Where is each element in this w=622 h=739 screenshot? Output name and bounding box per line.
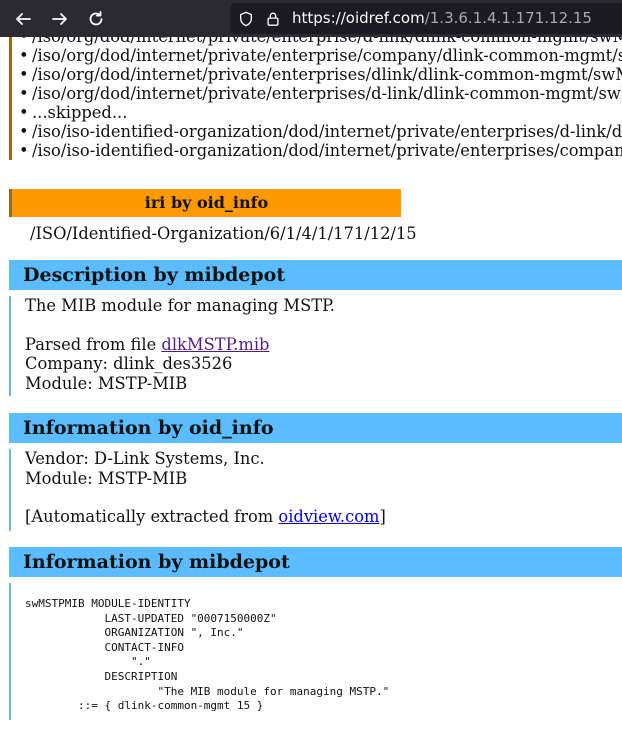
module-line: Module: MSTP-MIB [25, 373, 188, 393]
list-item: /iso/org/dod/internet/private/enterprise… [16, 46, 622, 65]
lock-icon[interactable] [264, 10, 282, 28]
extracted-suffix: ] [379, 507, 386, 526]
mibdepot-info-body: swMSTPMIB MODULE-IDENTITY LAST-UPDATED "… [9, 583, 622, 720]
iri-heading: iri by oid_info [9, 189, 401, 217]
module-line: Module: MSTP-MIB [25, 468, 188, 488]
address-bar[interactable]: https://oidref.com/1.3.6.1.4.1.171.12.15 [230, 3, 622, 34]
reload-icon [89, 11, 103, 26]
extracted-prefix: [Automatically extracted from [25, 507, 279, 526]
parsed-from-line: Parsed from file dlkMSTP.mib [25, 335, 622, 355]
parsed-label: Parsed from file [25, 334, 162, 354]
browser-toolbar: https://oidref.com/1.3.6.1.4.1.171.12.15 [0, 0, 622, 37]
vendor-line: Vendor: D-Link Systems, Inc. [25, 449, 265, 468]
description-body: The MIB module for managing MSTP. Parsed… [9, 296, 622, 396]
page-content: /iso/org/dod/internet/private/enterprise… [0, 37, 622, 739]
mib-file-link[interactable]: dlkMSTP.mib [161, 335, 269, 354]
forward-button[interactable] [47, 6, 73, 32]
list-item: ...skipped... [16, 103, 622, 122]
oid-info-heading: Information by oid_info [9, 413, 622, 443]
mib-definition-code: swMSTPMIB MODULE-IDENTITY LAST-UPDATED "… [25, 597, 390, 713]
oid-path-list: /iso/org/dod/internet/private/enterprise… [9, 37, 622, 160]
description-text: The MIB module for managing MSTP. [25, 296, 335, 315]
mibdepot-info-heading: Information by mibdepot [9, 547, 622, 577]
back-button[interactable] [10, 6, 36, 32]
extracted-line: [Automatically extracted from oidview.co… [25, 507, 622, 527]
list-item: /iso/org/dod/internet/private/enterprise… [16, 65, 622, 84]
oid-info-body: Vendor: D-Link Systems, Inc. Module: MST… [9, 449, 622, 531]
list-item: /iso/iso-identified-organization/dod/int… [16, 122, 622, 141]
url-text[interactable]: https://oidref.com/1.3.6.1.4.1.171.12.15 [292, 9, 592, 28]
url-path: /1.3.6.1.4.1.171.12.15 [424, 9, 592, 27]
list-item: /iso/org/dod/internet/private/enterprise… [16, 37, 622, 46]
iri-value: /ISO/Identified-Organization/6/1/4/1/171… [30, 224, 417, 243]
reload-button[interactable] [83, 6, 109, 32]
list-item: /iso/org/dod/internet/private/enterprise… [16, 84, 622, 103]
company-line: Company: dlink_des3526 [25, 354, 233, 373]
shield-icon[interactable] [237, 10, 255, 28]
description-heading: Description by mibdepot [9, 260, 622, 290]
arrow-left-icon [16, 13, 31, 25]
arrow-right-icon [52, 13, 67, 25]
url-host: https://oidref.com [292, 9, 425, 27]
list-item: /iso/iso-identified-organization/dod/int… [16, 141, 622, 160]
oidview-link[interactable]: oidview.com [278, 507, 379, 526]
